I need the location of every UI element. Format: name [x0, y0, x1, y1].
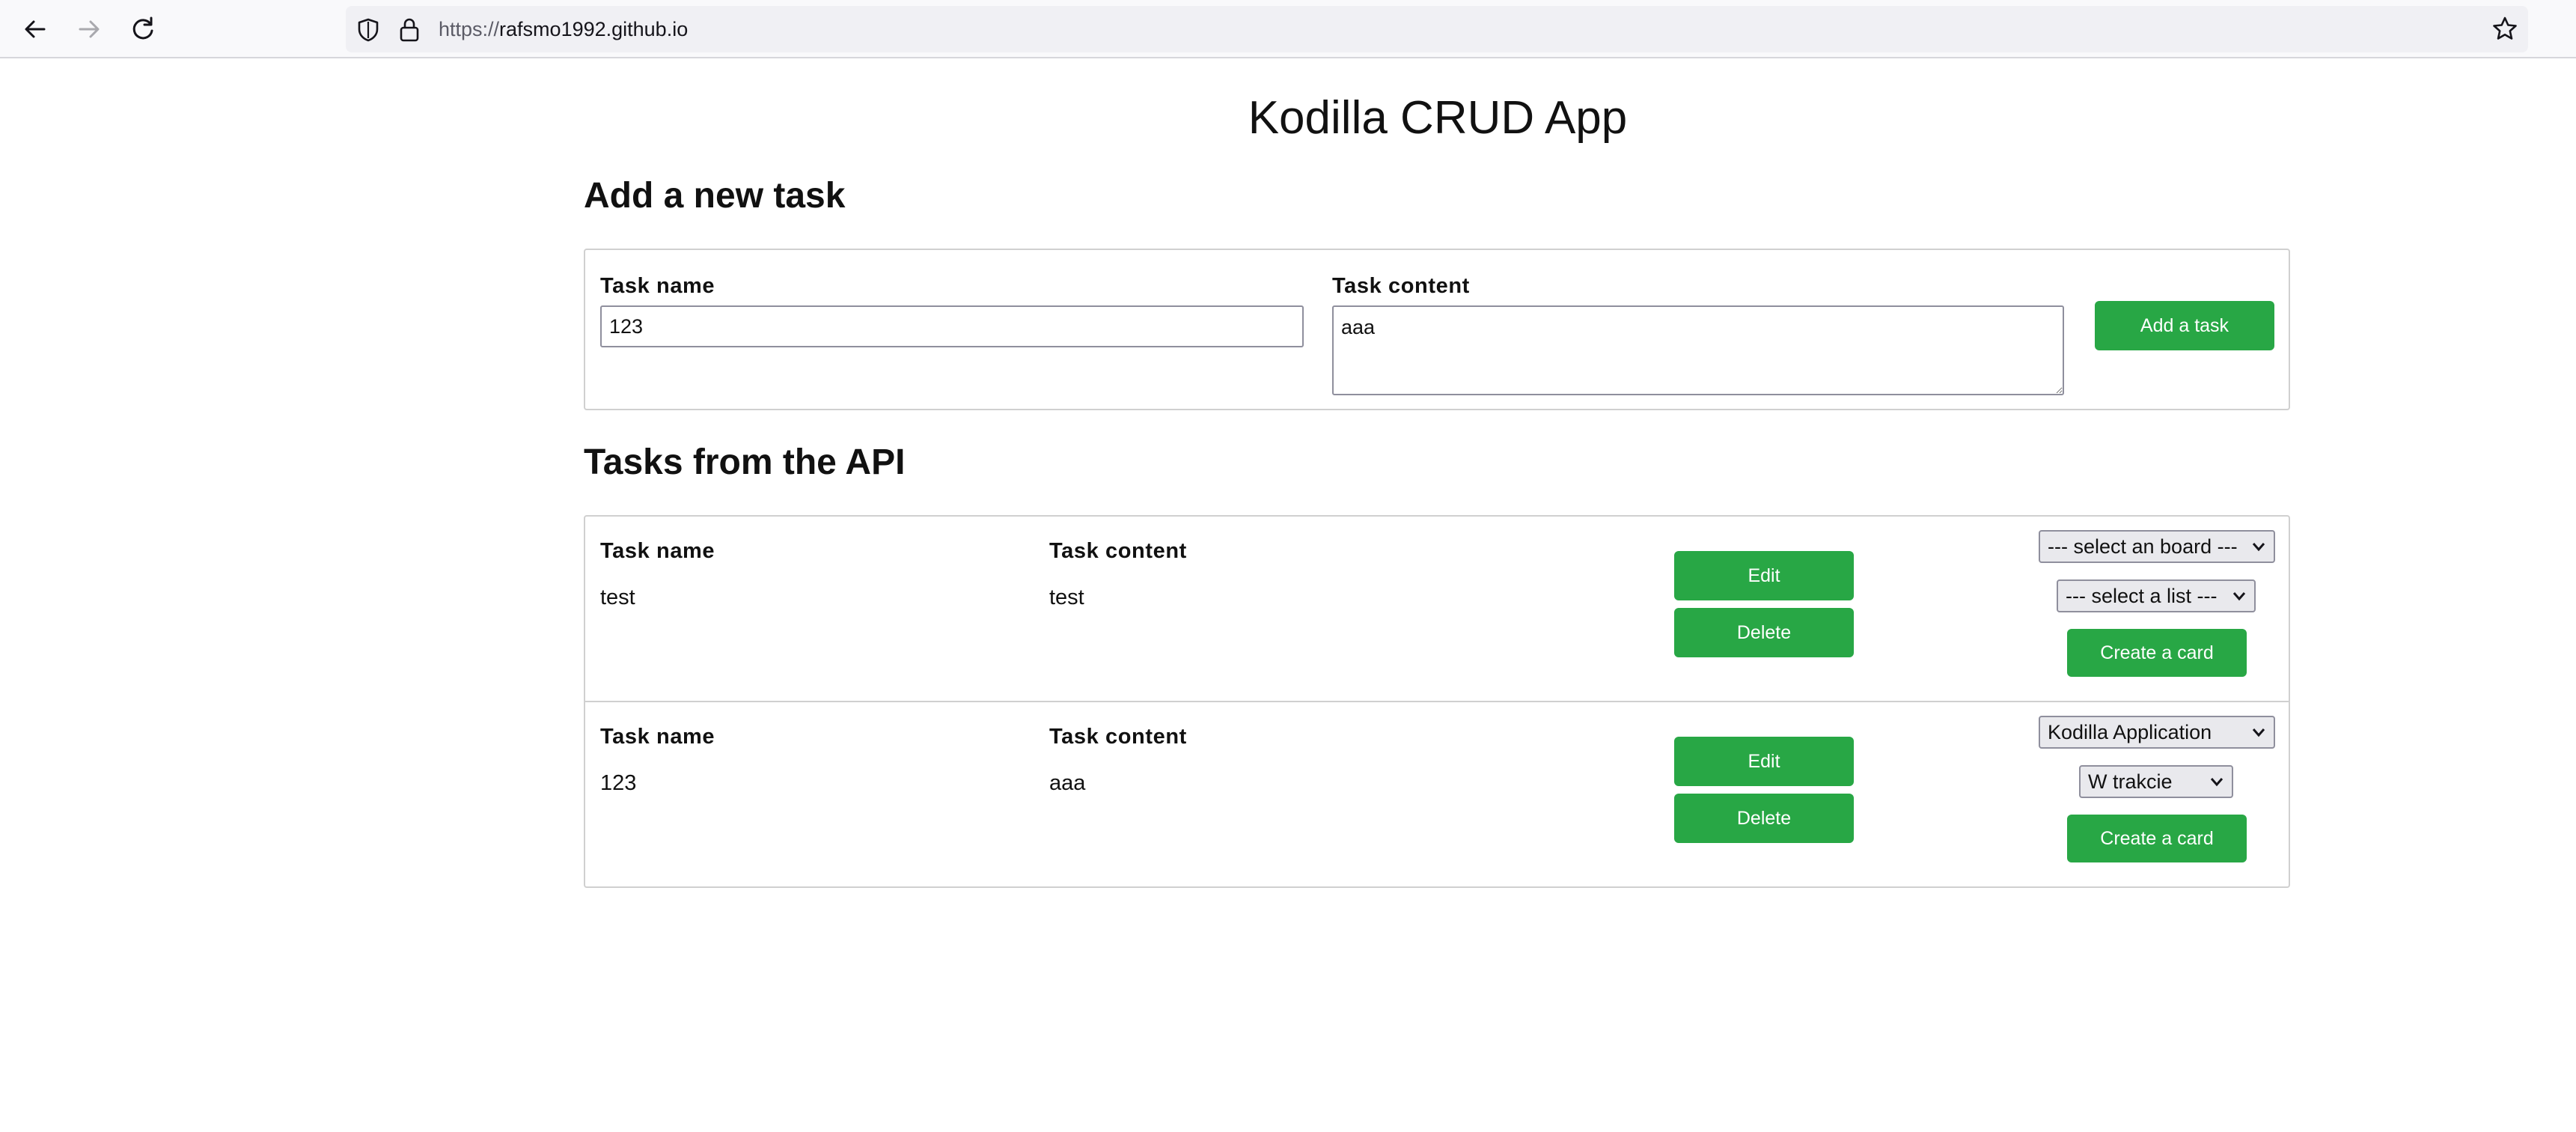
- create-card-button[interactable]: Create a card: [2067, 629, 2247, 677]
- task-name-input[interactable]: [600, 305, 1304, 347]
- task-name-header: Task name: [600, 725, 715, 749]
- task-content-value: test: [1049, 585, 1084, 609]
- edit-button[interactable]: Edit: [1674, 737, 1854, 786]
- board-select-value: --- select an board ---: [2048, 535, 2238, 558]
- url-host: rafsmo1992.github.io: [499, 18, 689, 40]
- board-select-value: Kodilla Application: [2048, 721, 2212, 743]
- list-select[interactable]: W trakcie: [2079, 765, 2233, 798]
- task-content-value: aaa: [1049, 771, 1086, 795]
- task-row: Task name 123 Task content aaa Edit Dele…: [585, 702, 2289, 888]
- forward-button[interactable]: [73, 13, 105, 45]
- star-icon: [2493, 16, 2517, 40]
- url-scheme: https://: [439, 18, 500, 40]
- tasks-list: Task name test Task content test Edit De…: [584, 515, 2290, 888]
- create-card-button[interactable]: Create a card: [2067, 815, 2247, 862]
- board-select[interactable]: Kodilla Application: [2039, 716, 2275, 749]
- task-content-textarea[interactable]: aaa: [1332, 305, 2064, 395]
- address-bar[interactable]: https://rafsmo1992.github.io: [346, 6, 2528, 52]
- browser-toolbar: https://rafsmo1992.github.io: [0, 0, 2576, 58]
- list-select-value: W trakcie: [2088, 770, 2173, 793]
- reload-button[interactable]: [127, 13, 159, 45]
- delete-button[interactable]: Delete: [1674, 794, 1854, 843]
- list-select[interactable]: --- select a list ---: [2057, 579, 2256, 612]
- task-name-value: 123: [600, 771, 637, 795]
- chevron-down-icon: [2252, 543, 2265, 552]
- task-content-header: Task content: [1049, 539, 1187, 563]
- bookmark-button[interactable]: [2489, 13, 2521, 45]
- task-content-label: Task content: [1332, 274, 1470, 298]
- task-name-value: test: [600, 585, 635, 609]
- arrow-left-icon: [25, 20, 46, 38]
- back-button[interactable]: [19, 13, 51, 45]
- task-name-header: Task name: [600, 539, 715, 563]
- add-task-form: Task name Task content aaa Add a task: [584, 249, 2290, 410]
- add-task-button[interactable]: Add a task: [2095, 301, 2274, 350]
- page-title: Kodilla CRUD App: [1248, 92, 1628, 144]
- delete-button[interactable]: Delete: [1674, 608, 1854, 657]
- task-content-header: Task content: [1049, 725, 1187, 749]
- task-row: Task name test Task content test Edit De…: [585, 517, 2289, 702]
- edit-button[interactable]: Edit: [1674, 551, 1854, 600]
- chevron-down-icon: [2252, 728, 2265, 737]
- board-select[interactable]: --- select an board ---: [2039, 530, 2275, 563]
- lock-icon[interactable]: [397, 16, 422, 43]
- list-select-value: --- select a list ---: [2066, 585, 2218, 607]
- url-text[interactable]: https://rafsmo1992.github.io: [439, 6, 688, 52]
- chevron-down-icon: [2210, 778, 2224, 787]
- chevron-down-icon: [2232, 592, 2246, 601]
- reload-icon: [132, 16, 153, 40]
- add-task-heading: Add a new task: [584, 176, 846, 216]
- shield-icon[interactable]: [355, 16, 382, 43]
- tasks-heading: Tasks from the API: [584, 442, 906, 482]
- arrow-right-icon: [79, 20, 100, 38]
- task-name-label: Task name: [600, 274, 715, 298]
